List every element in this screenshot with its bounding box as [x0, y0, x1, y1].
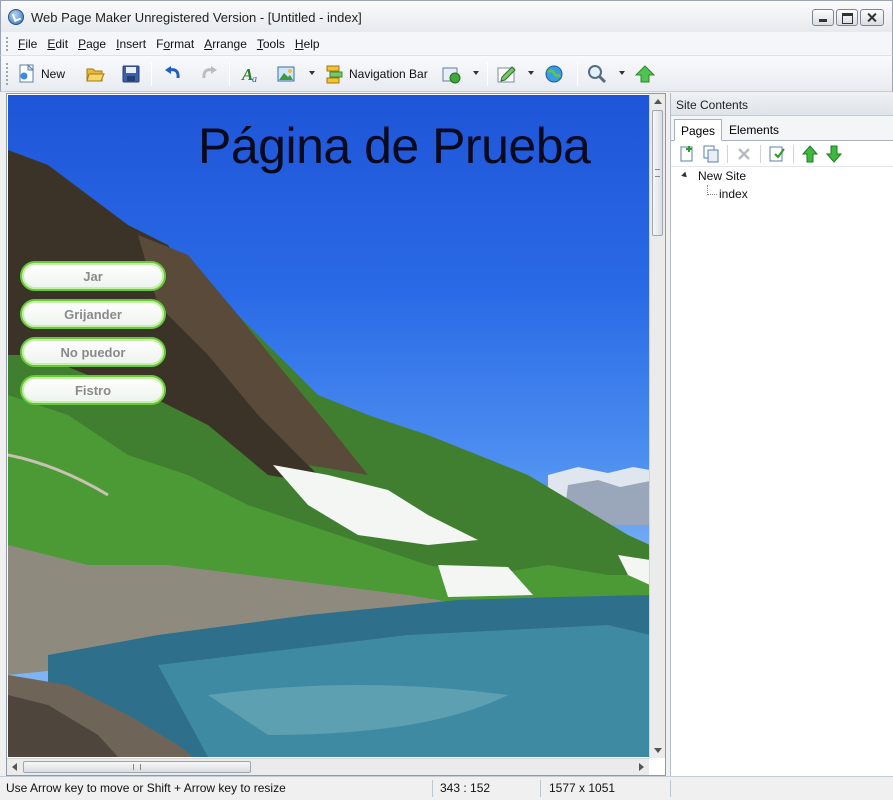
tree-node-site[interactable]: New Site [698, 169, 746, 183]
menu-bar: File Edit Page Insert Format Arrange Too… [0, 32, 893, 56]
save-disk-icon [121, 64, 141, 84]
navigation-bar-button[interactable]: Navigation Bar [325, 62, 428, 86]
up-arrow-icon [634, 64, 656, 84]
status-bar: Use Arrow key to move or Shift + Arrow k… [0, 776, 893, 800]
toolbar: New Aa Navigation Bar [0, 56, 893, 92]
tree-expand-icon[interactable] [681, 171, 689, 180]
tab-pages[interactable]: Pages [674, 119, 723, 141]
save-button[interactable] [121, 62, 141, 86]
zoom-button[interactable] [587, 62, 607, 86]
close-button[interactable] [860, 9, 884, 26]
app-icon [8, 9, 24, 25]
navigation-bar-icon [325, 64, 345, 84]
vertical-scrollbar[interactable] [649, 94, 665, 758]
tree-node-page[interactable]: index [719, 187, 748, 201]
window-title: Web Page Maker Unregistered Version - [U… [31, 10, 362, 25]
panel-toolbar [671, 141, 893, 167]
pencil-icon [497, 64, 517, 84]
toolbar-separator [577, 62, 578, 86]
publish-button[interactable] [544, 62, 564, 86]
open-folder-icon [85, 64, 105, 84]
tree-connector [707, 194, 717, 195]
insert-shape-button[interactable] [441, 62, 461, 86]
minimize-button[interactable] [812, 9, 834, 26]
scroll-left-arrow[interactable] [12, 763, 17, 771]
tab-elements[interactable]: Elements [723, 119, 785, 141]
move-up-icon[interactable] [800, 144, 820, 164]
horizontal-scroll-thumb[interactable] [23, 761, 251, 773]
site-tree: New Site index [671, 167, 893, 201]
panel-title: Site Contents [671, 93, 893, 116]
nav-button-no-puedor[interactable]: No puedor [20, 337, 166, 367]
move-down-icon[interactable] [824, 144, 844, 164]
insert-image-button[interactable] [276, 62, 296, 86]
undo-button[interactable] [163, 62, 183, 86]
window-controls [812, 9, 884, 26]
maximize-button[interactable] [836, 9, 858, 26]
menu-file[interactable]: File [13, 37, 42, 51]
navigation-bar-label: Navigation Bar [349, 67, 428, 81]
undo-icon [163, 64, 183, 84]
image-dropdown-arrow[interactable] [309, 71, 315, 75]
menu-page[interactable]: Page [73, 37, 111, 51]
shape-dropdown-arrow[interactable] [473, 71, 479, 75]
panel-tabs: Pages Elements [671, 116, 893, 141]
edit-dropdown-arrow[interactable] [528, 71, 534, 75]
nav-button-fistro[interactable]: Fistro [20, 375, 166, 405]
nav-button-grijander[interactable]: Grijander [20, 299, 166, 329]
scroll-right-arrow[interactable] [639, 763, 644, 771]
insert-text-button[interactable]: Aa [241, 62, 261, 86]
open-button[interactable] [85, 62, 105, 86]
page-properties-icon[interactable] [767, 144, 787, 164]
redo-button[interactable] [199, 62, 219, 86]
site-contents-panel: Site Contents Pages Elements New Site in… [670, 93, 893, 776]
panel-separator [760, 144, 761, 163]
edit-html-button[interactable] [497, 62, 517, 86]
scroll-down-arrow[interactable] [654, 748, 662, 753]
toolbar-separator [229, 62, 230, 86]
toolbar-separator [487, 62, 488, 86]
new-label: New [41, 67, 66, 81]
redo-icon [199, 64, 219, 84]
nav-button-jar[interactable]: Jar [20, 261, 166, 291]
toolbar-separator [151, 62, 152, 86]
menu-help[interactable]: Help [290, 37, 325, 51]
design-canvas[interactable]: Página de Prueba Jar Grijander No puedor… [6, 93, 666, 776]
panel-separator [727, 144, 728, 163]
menu-insert[interactable]: Insert [111, 37, 151, 51]
menu-edit[interactable]: Edit [42, 37, 73, 51]
svg-text:a: a [252, 74, 257, 84]
status-cursor-position: 343 : 152 [440, 781, 491, 795]
menu-format[interactable]: Format [151, 37, 199, 51]
status-page-size: 1577 x 1051 [549, 781, 616, 795]
toolbar-grip[interactable] [6, 63, 9, 85]
status-divider [432, 780, 433, 797]
status-divider [670, 780, 671, 797]
magnifier-icon [587, 64, 607, 84]
mountain-lake-image [8, 150, 650, 757]
vertical-scroll-thumb[interactable] [652, 110, 663, 236]
horizontal-scrollbar[interactable] [7, 758, 649, 775]
add-page-icon[interactable] [677, 144, 697, 164]
scroll-up-arrow[interactable] [654, 99, 662, 104]
text-icon: Aa [241, 64, 261, 85]
duplicate-page-icon[interactable] [701, 144, 721, 164]
page-canvas[interactable]: Página de Prueba Jar Grijander No puedor… [8, 95, 650, 757]
globe-icon [544, 64, 564, 84]
panel-separator [793, 144, 794, 163]
menu-tools[interactable]: Tools [252, 37, 290, 51]
new-button[interactable]: New [17, 62, 65, 86]
new-page-icon [17, 63, 37, 84]
delete-icon[interactable] [734, 144, 754, 164]
image-icon [276, 64, 296, 84]
status-divider [540, 780, 541, 797]
upgrade-button[interactable] [634, 62, 656, 86]
page-heading[interactable]: Página de Prueba [198, 117, 591, 175]
menu-arrange[interactable]: Arrange [199, 37, 252, 51]
menubar-grip[interactable] [6, 37, 9, 51]
shape-icon [441, 64, 461, 84]
zoom-dropdown-arrow[interactable] [619, 71, 625, 75]
status-hint: Use Arrow key to move or Shift + Arrow k… [6, 781, 286, 795]
title-bar: Web Page Maker Unregistered Version - [U… [0, 0, 893, 32]
